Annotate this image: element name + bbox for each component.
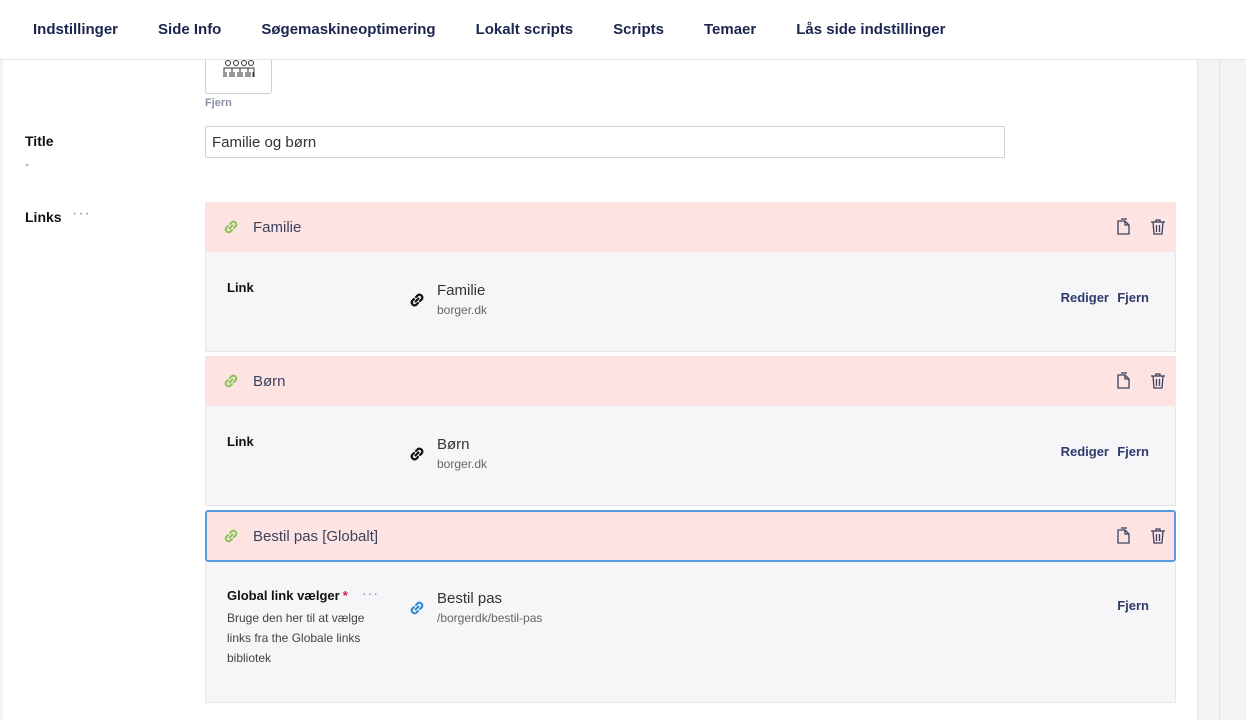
family-image-icon (223, 60, 254, 77)
tab-scripts[interactable]: Scripts (613, 21, 664, 38)
block-header[interactable]: Familie (205, 202, 1176, 252)
block-header[interactable]: Bestil pas [Globalt] (205, 510, 1176, 562)
tab-side-info[interactable]: Side Info (158, 21, 221, 38)
link-name: Bestil pas (437, 590, 503, 607)
link-icon (410, 293, 424, 307)
block-header-title: Børn (253, 372, 286, 390)
remove-link-button[interactable]: Fjern (1117, 598, 1149, 613)
image-remove-link[interactable]: Fjern (205, 97, 232, 109)
property-more-icon[interactable]: ··· (362, 585, 379, 601)
trash-icon[interactable] (1150, 527, 1166, 545)
edit-link-button[interactable]: Rediger (1061, 290, 1109, 305)
link-block: Bestil pas [Globalt] Global link vælger *… (205, 510, 1176, 703)
links-more-icon[interactable]: ··· (72, 205, 91, 223)
link-icon (224, 529, 238, 543)
tab-bar: Indstillinger Side Info Søgemaskineoptim… (0, 0, 1246, 60)
edit-link-button[interactable]: Rediger (1061, 444, 1109, 459)
link-block: Familie Link Familie borger.dk Rediger F… (205, 202, 1176, 352)
link-url: /borgerdk/bestil-pas (437, 611, 543, 625)
property-description: Bruge den her til at vælge links fra the… (227, 611, 365, 665)
required-mark: * (342, 588, 348, 603)
link-icon (410, 447, 424, 461)
tab-laas-side-indstillinger[interactable]: Lås side indstillinger (796, 21, 945, 38)
tab-lokalt-scripts[interactable]: Lokalt scripts (476, 21, 574, 38)
block-body: Link Familie borger.dk Rediger Fjern (205, 252, 1176, 352)
links-label: Links (25, 209, 62, 225)
scroll-divider (1219, 60, 1220, 720)
remove-link-button[interactable]: Fjern (1117, 444, 1149, 459)
block-header-title: Familie (253, 218, 302, 236)
property-label: Link (227, 434, 254, 449)
link-url: borger.dk (437, 303, 488, 317)
property-label: Global link vælger * (227, 588, 348, 603)
link-block: Børn Link Børn borger.dk Rediger Fjern (205, 356, 1176, 506)
tab-seo[interactable]: Søgemaskineoptimering (261, 21, 435, 38)
link-url: borger.dk (437, 457, 488, 471)
copy-icon[interactable] (1116, 527, 1132, 545)
link-name: Familie (437, 282, 486, 299)
block-body: Global link vælger * ··· Bruge den her ti… (205, 562, 1176, 703)
remove-link-button[interactable]: Fjern (1117, 290, 1149, 305)
property-label-text: Global link vælger (227, 588, 340, 603)
link-icon (224, 374, 238, 388)
title-input[interactable] (205, 126, 1005, 158)
trash-icon[interactable] (1150, 372, 1166, 390)
block-body: Link Børn borger.dk Rediger Fjern (205, 406, 1176, 506)
link-name: Børn (437, 436, 470, 453)
trash-icon[interactable] (1150, 218, 1166, 236)
copy-icon[interactable] (1116, 218, 1132, 236)
copy-icon[interactable] (1116, 372, 1132, 390)
title-label: Title (25, 133, 54, 149)
block-header-title: Bestil pas [Globalt] (253, 527, 379, 545)
title-sub-label: - (25, 157, 29, 171)
link-icon (410, 601, 424, 615)
tab-temaer[interactable]: Temaer (704, 21, 756, 38)
property-label: Link (227, 280, 254, 295)
link-icon (224, 220, 238, 234)
block-header[interactable]: Børn (205, 356, 1176, 406)
tab-indstillinger[interactable]: Indstillinger (33, 21, 118, 38)
